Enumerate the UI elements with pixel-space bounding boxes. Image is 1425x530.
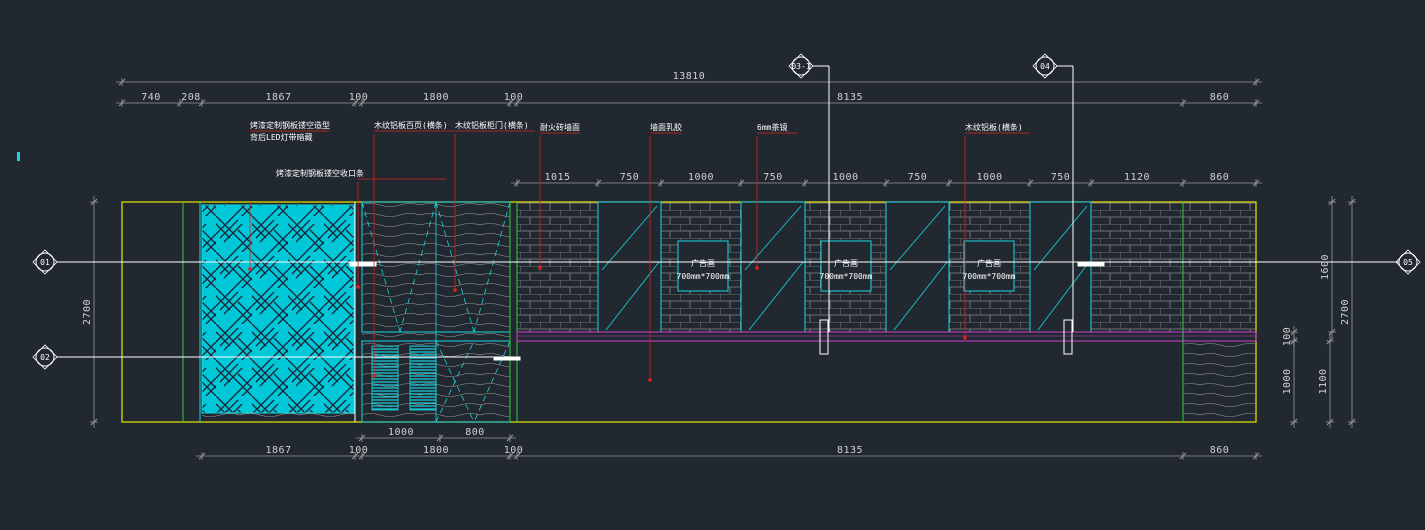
grid-marker-05-label: 05	[1403, 258, 1413, 267]
label-latex-dot	[648, 378, 652, 382]
grid-marker-01-label: 01	[40, 258, 50, 267]
elevation-body	[17, 53, 1421, 423]
ad-size-3: 700mm*700mm	[963, 272, 1016, 281]
dim-mid-label: 1015	[544, 172, 570, 183]
dim-bottom-a-label: 800	[465, 427, 485, 438]
mirror-panel	[885, 201, 950, 333]
ad-size-1: 700mm*700mm	[677, 272, 730, 281]
dim-bottom-b-label: 8135	[837, 445, 863, 456]
label-mirror: 6mm茶镜	[757, 122, 787, 132]
label-louver-dot	[372, 374, 376, 378]
marker-tick	[349, 262, 377, 267]
label-wood-aluminium-dot	[963, 336, 967, 340]
dim-top-label: 100	[349, 92, 369, 103]
label-firebrick-dot	[538, 266, 542, 270]
dim-top-label: 1867	[265, 92, 291, 103]
label-mirror-dot	[755, 266, 759, 270]
dim-bottom-b-label: 100	[349, 445, 369, 456]
mirror-panel	[740, 201, 806, 333]
dim-bottom-b-label: 1867	[265, 445, 291, 456]
dim-top-label: 1800	[423, 92, 449, 103]
label-steel-panel-dot	[248, 267, 252, 271]
dim-bottom-b-label: 100	[504, 445, 524, 456]
ad-size-2: 700mm*700mm	[820, 272, 873, 281]
cyan-marker	[17, 152, 20, 161]
wood-aluminium-end	[1183, 341, 1256, 422]
ad-title-2: 广告画	[834, 258, 858, 268]
mirror-panel	[597, 201, 662, 333]
dim-bottom-b-label: 860	[1210, 445, 1230, 456]
dim-mid-label: 860	[1210, 172, 1230, 183]
marker-tick	[1077, 262, 1105, 267]
dim-mid-label: 1000	[688, 172, 714, 183]
dim-top-label: 100	[504, 92, 524, 103]
label-firebrick: 耐火砖墙面	[540, 122, 580, 132]
perforated-steel-panel	[201, 204, 355, 414]
dim-left-label: 2700	[82, 299, 93, 325]
dim-top-label: 8135	[837, 92, 863, 103]
dim-mid-label: 1000	[976, 172, 1002, 183]
panel-base-strip	[202, 413, 354, 422]
mirror-panel	[1029, 201, 1092, 333]
louver-block-right	[410, 346, 436, 410]
dim-total-label: 13810	[673, 71, 706, 82]
cad-elevation-drawing: 13810 740 208 1867 100 1800 100 8135 860 1015 750 1…	[17, 53, 1421, 460]
dim-top-label: 860	[1210, 92, 1230, 103]
ad-title-3: 广告画	[977, 258, 1001, 268]
skirting-band	[516, 331, 1257, 342]
label-led: 背后LED灯带暗藏	[250, 132, 312, 142]
dim-mid-label: 750	[763, 172, 783, 183]
label-cabinet-door: 木纹铝板柜门(横条)	[455, 120, 529, 130]
dim-top-label: 208	[181, 92, 201, 103]
label-wood-aluminium: 木纹铝板(横条)	[965, 122, 1023, 132]
dim-top-label: 740	[141, 92, 161, 103]
ad-title-1: 广告画	[691, 258, 715, 268]
label-louver: 木纹铝板百页(横条)	[374, 120, 448, 130]
dim-right-b-label: 2700	[1340, 299, 1351, 325]
section-marker-04-label: 04	[1040, 62, 1050, 71]
dim-mid-label: 1120	[1124, 172, 1150, 183]
label-latex: 墙面乳胶	[650, 122, 682, 132]
dim-right-e-label: 1000	[1282, 368, 1293, 394]
dim-right-a-label: 1600	[1320, 254, 1331, 280]
dim-mid-label: 750	[908, 172, 928, 183]
grid-marker-02-label: 02	[40, 353, 50, 362]
label-steel-panel: 烤漆定制钢板镂空造型	[250, 120, 330, 130]
label-steel-trim-dot	[356, 285, 360, 289]
dim-bottom-b-label: 1800	[423, 445, 449, 456]
dim-right-d-label: 1100	[1318, 368, 1329, 394]
section-marker-03-1-label: 03-1	[791, 62, 810, 71]
dim-mid-label: 1000	[832, 172, 858, 183]
dim-right-c-label: 100	[1282, 327, 1293, 347]
dim-mid-label: 750	[1051, 172, 1071, 183]
dim-mid-label: 750	[620, 172, 640, 183]
label-cabinet-door-dot	[453, 288, 457, 292]
dim-bottom-a-label: 1000	[388, 427, 414, 438]
label-steel-trim: 烤漆定制钢板镂空收口条	[276, 168, 364, 178]
louver-block-left	[372, 346, 398, 410]
